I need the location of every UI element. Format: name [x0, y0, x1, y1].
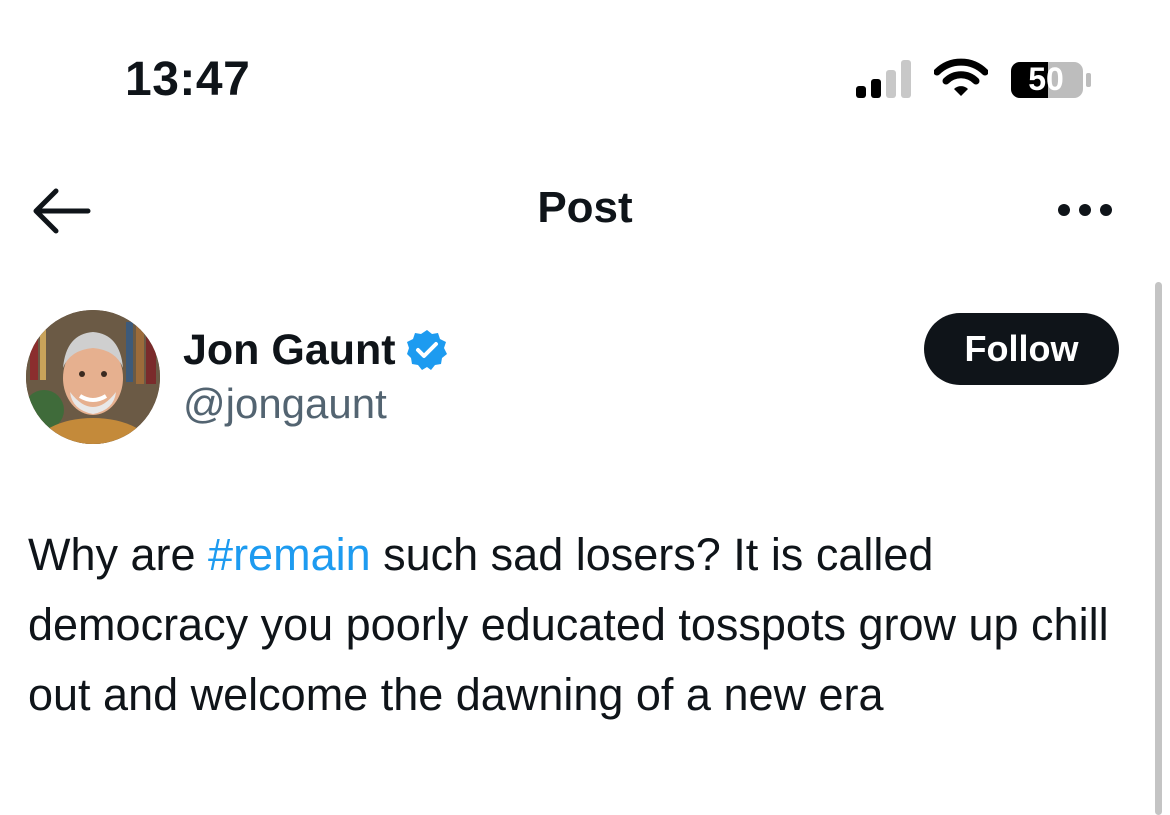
scroll-indicator[interactable]: [1155, 282, 1162, 815]
more-horizontal-icon: [1058, 204, 1112, 216]
verified-badge-icon: [407, 330, 447, 370]
battery-level: 50: [1028, 61, 1064, 97]
top-nav-bar: Post: [0, 160, 1170, 260]
cellular-signal-icon: [856, 60, 911, 98]
follow-button[interactable]: Follow: [924, 313, 1119, 385]
author-handle[interactable]: @jongaunt: [183, 378, 387, 430]
post-text: Why are #remain such sad losers? It is c…: [28, 520, 1128, 730]
status-bar: 13:47 50: [0, 0, 1170, 160]
author-name[interactable]: Jon Gaunt: [183, 324, 396, 376]
post-text-start: Why are: [28, 529, 209, 580]
more-options-button[interactable]: [1052, 190, 1118, 230]
hashtag-link[interactable]: #remain: [208, 529, 371, 580]
author-avatar[interactable]: [26, 310, 160, 444]
page-title: Post: [537, 183, 633, 232]
avatar-photo: [26, 310, 160, 444]
status-time: 13:47: [125, 53, 251, 106]
wifi-icon: [934, 58, 988, 96]
